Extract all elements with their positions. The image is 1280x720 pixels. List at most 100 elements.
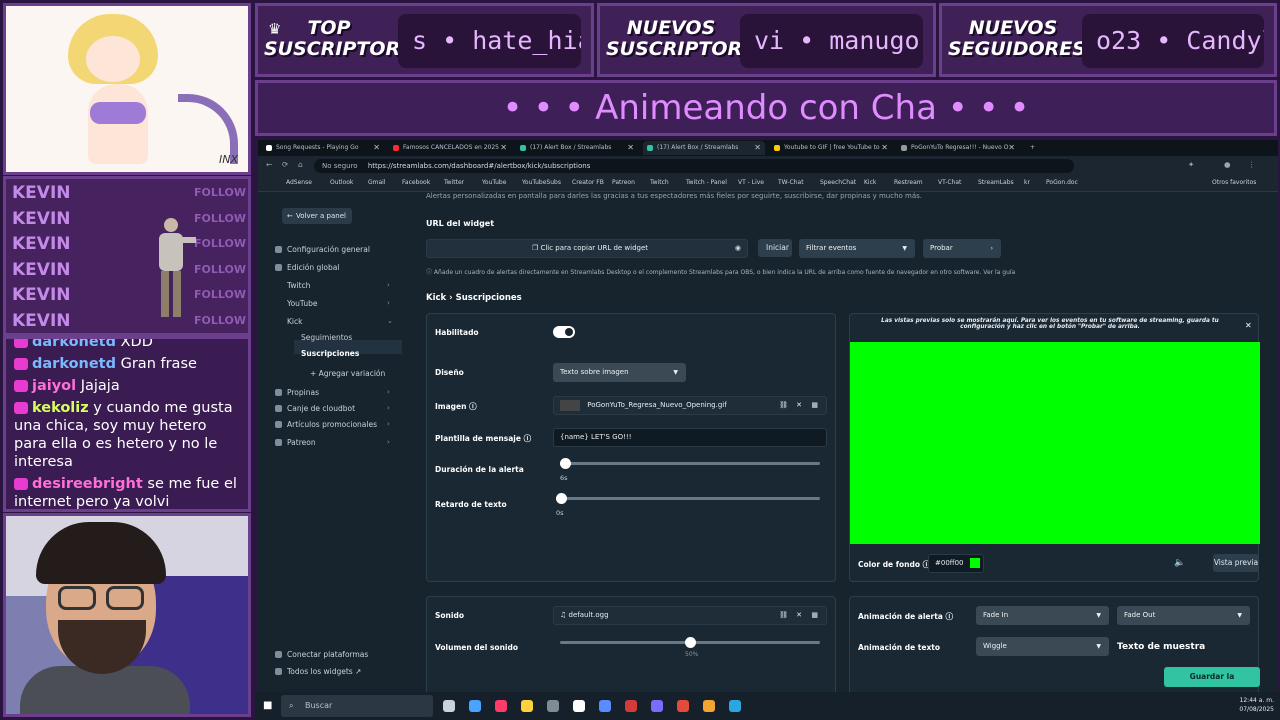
gallery-icon[interactable]: ▦	[811, 397, 818, 414]
home-icon[interactable]: ⌂	[298, 160, 303, 169]
copilot-icon[interactable]	[469, 700, 481, 712]
tab-2[interactable]: Famosos CANCELADOS en 2025 ✕	[389, 141, 511, 155]
reload-icon[interactable]: ⟳	[282, 160, 288, 169]
bookmark-7[interactable]: YouTubeSubs	[522, 179, 561, 186]
filter-events-dropdown[interactable]: Filtrar eventos ▼	[799, 239, 915, 258]
extensions-icon[interactable]: ✦	[1188, 160, 1194, 169]
close-icon[interactable]: ✕	[796, 607, 802, 624]
link-icon[interactable]: ⛓	[779, 607, 788, 624]
other-bookmarks[interactable]: Otros favoritos	[1212, 179, 1256, 186]
bookmark-20[interactable]: PoGon.doc	[1046, 179, 1078, 186]
text-animation-dropdown[interactable]: Wiggle ▼	[976, 637, 1109, 656]
bookmark-8[interactable]: Creator FB	[572, 179, 604, 186]
bookmark-16[interactable]: Restream	[894, 179, 923, 186]
copy-widget-url-button[interactable]: ❐ Clic para copiar URL de widget ◉	[426, 239, 748, 258]
animation-out-dropdown[interactable]: Fade Out ▼	[1117, 606, 1250, 625]
bookmark-14[interactable]: SpeechChat	[820, 179, 856, 186]
duration-slider[interactable]	[560, 458, 820, 469]
start-button[interactable]: Iniciar	[758, 239, 792, 257]
save-settings-button[interactable]: Guardar la configuración	[1164, 667, 1260, 701]
bookmark-19[interactable]: kr	[1024, 179, 1030, 186]
new-tab-button[interactable]: +	[1030, 141, 1035, 155]
menu-icon[interactable]: ⋮	[1248, 160, 1256, 169]
show-url-eye-icon[interactable]: ◉	[735, 240, 741, 257]
close-preview-icon[interactable]: ✕	[1245, 321, 1252, 330]
sidebar-item-6[interactable]: Seguimientos	[301, 333, 352, 342]
tiktok-icon[interactable]	[495, 700, 507, 712]
close-tab-icon[interactable]: ✕	[500, 141, 507, 155]
obs-icon[interactable]	[625, 700, 637, 712]
app-icon-7[interactable]	[599, 700, 611, 712]
chrome-icon[interactable]	[729, 700, 741, 712]
text-delay-slider-knob[interactable]	[556, 493, 567, 504]
taskbar-search[interactable]: ⌕ Buscar	[281, 695, 433, 717]
enabled-toggle[interactable]	[553, 326, 575, 338]
discord-icon[interactable]	[651, 700, 663, 712]
close-tab-icon[interactable]: ✕	[1008, 141, 1015, 155]
bookmark-6[interactable]: YouTube	[482, 179, 506, 186]
close-tab-icon[interactable]: ✕	[754, 141, 761, 155]
sidebar-item-10[interactable]: Canje de cloudbot ›	[275, 404, 390, 413]
bookmark-5[interactable]: Twitter	[444, 179, 464, 186]
bookmark-3[interactable]: Gmail	[368, 179, 386, 186]
duration-slider-knob[interactable]	[560, 458, 571, 469]
speaker-icon[interactable]: 🔈	[1174, 558, 1185, 568]
bookmark-13[interactable]: TW-Chat	[778, 179, 804, 186]
tab-4[interactable]: (17) Alert Box / Streamlabs ✕	[643, 141, 765, 155]
volume-slider-knob[interactable]	[685, 637, 696, 648]
bookmark-10[interactable]: Twitch	[650, 179, 669, 186]
preview-button[interactable]: Vista previa	[1213, 554, 1259, 572]
tab-3[interactable]: (17) Alert Box / Streamlabs ✕	[516, 141, 638, 155]
connect-platforms-link[interactable]: Conectar plataformas	[275, 650, 368, 659]
tab-6[interactable]: PoGonYuTo Regresa!!! - Nuevo O ✕	[897, 141, 1019, 155]
all-widgets-link[interactable]: Todos los widgets ↗	[275, 667, 361, 676]
sidebar-item-12[interactable]: Patreon ›	[275, 438, 390, 447]
color-swatch[interactable]	[970, 558, 980, 568]
sidebar-item-11[interactable]: Artículos promocionales ›	[275, 420, 390, 429]
animation-in-dropdown[interactable]: Fade In ▼	[976, 606, 1109, 625]
text-delay-slider[interactable]	[556, 493, 820, 504]
bookmark-2[interactable]: Outlook	[330, 179, 353, 186]
sidebar-item-4[interactable]: YouTube ›	[287, 299, 390, 308]
close-tab-icon[interactable]: ✕	[881, 141, 888, 155]
bg-color-input[interactable]: #00ff00	[928, 554, 984, 573]
volume-slider[interactable]	[560, 637, 820, 648]
close-tab-icon[interactable]: ✕	[373, 141, 380, 155]
sidebar-item-9[interactable]: Propinas ›	[275, 388, 390, 397]
app-icon-11[interactable]	[703, 700, 715, 712]
design-dropdown[interactable]: Texto sobre imagen ▼	[553, 363, 686, 382]
bookmark-9[interactable]: Patreon	[612, 179, 635, 186]
bookmark-17[interactable]: VT-Chat	[938, 179, 961, 186]
sidebar-item-8[interactable]: + Agregar variación	[310, 369, 385, 378]
image-field[interactable]: PoGonYuTo_Regresa_Nuevo_Opening.gif ⛓ ✕ …	[553, 396, 827, 415]
sound-field[interactable]: ♫ default.ogg ⛓ ✕ ▦	[553, 606, 827, 625]
close-icon[interactable]: ✕	[796, 397, 802, 414]
gallery-icon[interactable]: ▦	[811, 607, 818, 624]
task-view-icon[interactable]	[443, 700, 455, 712]
url-field[interactable]: No seguro https://streamlabs.com/dashboa…	[314, 159, 1074, 173]
sidebar-item-5[interactable]: Kick ⌄	[287, 317, 393, 326]
bookmark-18[interactable]: StreamLabs	[978, 179, 1014, 186]
store-icon[interactable]	[547, 700, 559, 712]
tab-1[interactable]: Song Requests - Playing Go ✕	[262, 141, 384, 155]
test-dropdown[interactable]: Probar ›	[923, 239, 1001, 258]
sidebar-item-7[interactable]: Suscripciones	[301, 349, 359, 358]
bookmark-11[interactable]: Twitch - Panel	[686, 179, 727, 186]
taskbar-clock[interactable]: 12:44 a. m. 07/08/2025	[1239, 696, 1274, 714]
tab-5[interactable]: Youtube to GIF | free YouTube to ✕	[770, 141, 892, 155]
file-explorer-icon[interactable]	[521, 700, 533, 712]
sidebar-item-3[interactable]: Twitch ›	[287, 281, 390, 290]
link-icon[interactable]: ⛓	[779, 397, 788, 414]
sidebar-item-1[interactable]: Configuración general	[275, 245, 370, 254]
back-to-panel-button[interactable]: ← Volver a panel	[282, 208, 352, 224]
message-template-input[interactable]: {name} LET'S GO!!!	[553, 428, 827, 447]
bookmark-1[interactable]: AdSense	[286, 179, 312, 186]
bookmark-12[interactable]: VT - Live	[738, 179, 764, 186]
app-icon-6[interactable]	[573, 700, 585, 712]
sidebar-item-2[interactable]: Edición global	[275, 263, 339, 272]
profile-icon[interactable]: ●	[1224, 160, 1231, 169]
back-arrow-icon[interactable]: ←	[266, 160, 272, 169]
windows-start-icon[interactable]: ■	[263, 700, 272, 711]
bookmark-15[interactable]: Kick	[864, 179, 876, 186]
bookmark-4[interactable]: Facebook	[402, 179, 430, 186]
